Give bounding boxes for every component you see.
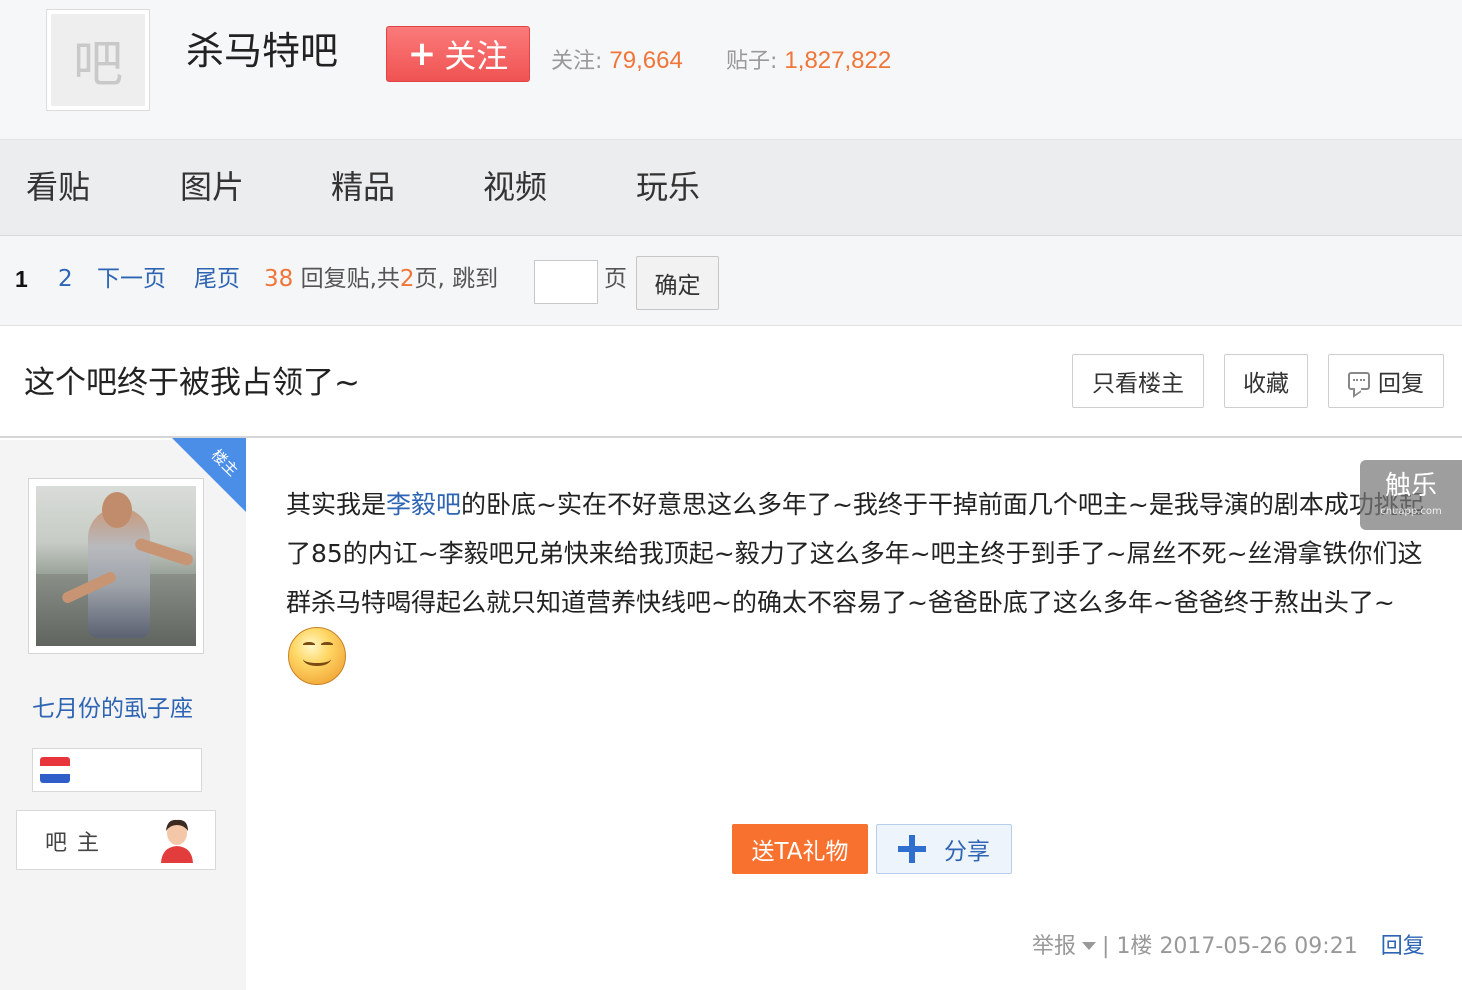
forum-nav: 看贴 图片 精品 视频 玩乐 bbox=[0, 140, 1462, 236]
thread-title-bar: 这个吧终于被我占领了~ 只看楼主 收藏 回复 bbox=[0, 326, 1462, 438]
tab-featured[interactable]: 精品 bbox=[331, 164, 395, 210]
post-reply-link[interactable]: 回复 bbox=[1381, 934, 1425, 959]
reply-summary: 38 回复贴,共2页, 跳到 bbox=[264, 262, 498, 296]
reply-count: 38 bbox=[264, 266, 294, 292]
pages-suffix: 页, bbox=[414, 266, 445, 292]
chevron-down-icon[interactable] bbox=[1082, 942, 1097, 950]
only-owner-button[interactable]: 只看楼主 bbox=[1072, 354, 1204, 408]
post-footer: 举报 | 1楼 2017-05-26 09:21 回复 bbox=[1032, 930, 1425, 964]
follow-button-label: 关注 bbox=[444, 37, 509, 75]
jump-confirm-button[interactable]: 确定 bbox=[636, 256, 719, 310]
reply-comment-icon bbox=[1348, 372, 1370, 390]
thread-title: 这个吧终于被我占领了~ bbox=[24, 365, 360, 401]
user-role-box: 吧主 bbox=[16, 810, 216, 870]
reply-summary-text: 回复贴,共 bbox=[300, 266, 400, 292]
watermark-domain: chuapp.com bbox=[1380, 506, 1442, 517]
posts-count-value: 1,827,822 bbox=[784, 47, 892, 74]
plus-icon: + bbox=[407, 34, 437, 74]
moderator-icon bbox=[161, 819, 193, 863]
tab-images[interactable]: 图片 bbox=[180, 164, 244, 210]
avatar-photo bbox=[36, 486, 196, 646]
tab-posts[interactable]: 看贴 bbox=[26, 164, 90, 210]
current-page: 1 bbox=[15, 266, 28, 292]
watermark-logo-text: 触乐 bbox=[1384, 471, 1437, 501]
footer-separator: | bbox=[1102, 934, 1110, 959]
favorite-button[interactable]: 收藏 bbox=[1224, 354, 1308, 408]
forum-header: 吧 杀马特吧 + 关注 关注: 79,664 贴子: 1,827,822 bbox=[0, 0, 1462, 140]
forum-name[interactable]: 杀马特吧 bbox=[186, 26, 338, 76]
follow-button[interactable]: + 关注 bbox=[386, 26, 530, 82]
forum-avatar-placeholder: 吧 bbox=[51, 14, 145, 106]
follow-count-value: 79,664 bbox=[609, 47, 683, 74]
posts-count-stat: 贴子: 1,827,822 bbox=[726, 44, 891, 79]
total-pages: 2 bbox=[399, 266, 415, 292]
smiley-icon bbox=[288, 627, 346, 685]
follow-count-label: 关注: bbox=[551, 49, 603, 74]
report-link[interactable]: 举报 bbox=[1032, 934, 1076, 959]
forum-avatar[interactable]: 吧 bbox=[46, 9, 150, 111]
last-page-link[interactable]: 尾页 bbox=[194, 262, 240, 296]
share-button-label: 分享 bbox=[944, 839, 990, 865]
share-plus-icon bbox=[898, 835, 926, 863]
floor-number: 1楼 bbox=[1116, 934, 1153, 959]
tab-videos[interactable]: 视频 bbox=[483, 164, 547, 210]
send-gift-button[interactable]: 送TA礼物 bbox=[732, 824, 868, 874]
flag-icon bbox=[40, 757, 70, 783]
reply-button[interactable]: 回复 bbox=[1328, 354, 1444, 408]
next-page-link[interactable]: 下一页 bbox=[97, 262, 166, 296]
posts-count-label: 贴子: bbox=[726, 49, 778, 74]
post-content: 其实我是李毅吧的卧底~实在不好意思这么多年了~我终于干掉前面几个吧主~是我导演的… bbox=[286, 480, 1436, 691]
tab-fun[interactable]: 玩乐 bbox=[636, 164, 700, 210]
page-2-link[interactable]: 2 bbox=[58, 262, 73, 296]
post-datetime: 2017-05-26 09:21 bbox=[1159, 934, 1358, 959]
user-name-link[interactable]: 七月份的虱子座 bbox=[32, 692, 193, 726]
user-avatar[interactable] bbox=[28, 478, 204, 654]
page-unit-label: 页 bbox=[604, 266, 627, 292]
follow-count-stat: 关注: 79,664 bbox=[551, 44, 683, 79]
jump-page-input[interactable] bbox=[534, 260, 598, 304]
jump-to-label: 跳到 bbox=[452, 266, 499, 292]
post-text-start: 其实我是 bbox=[286, 490, 387, 519]
post-inline-link[interactable]: 李毅吧 bbox=[386, 490, 461, 519]
reply-button-label: 回复 bbox=[1378, 371, 1424, 397]
share-button[interactable]: 分享 bbox=[876, 824, 1012, 874]
site-watermark: 触乐 chuapp.com bbox=[1360, 460, 1462, 530]
user-role-label: 吧主 bbox=[45, 831, 110, 856]
pagination-bar: 1 2 下一页 尾页 38 回复贴,共2页, 跳到 页 bbox=[0, 236, 1462, 326]
user-badge-box[interactable] bbox=[32, 748, 202, 792]
